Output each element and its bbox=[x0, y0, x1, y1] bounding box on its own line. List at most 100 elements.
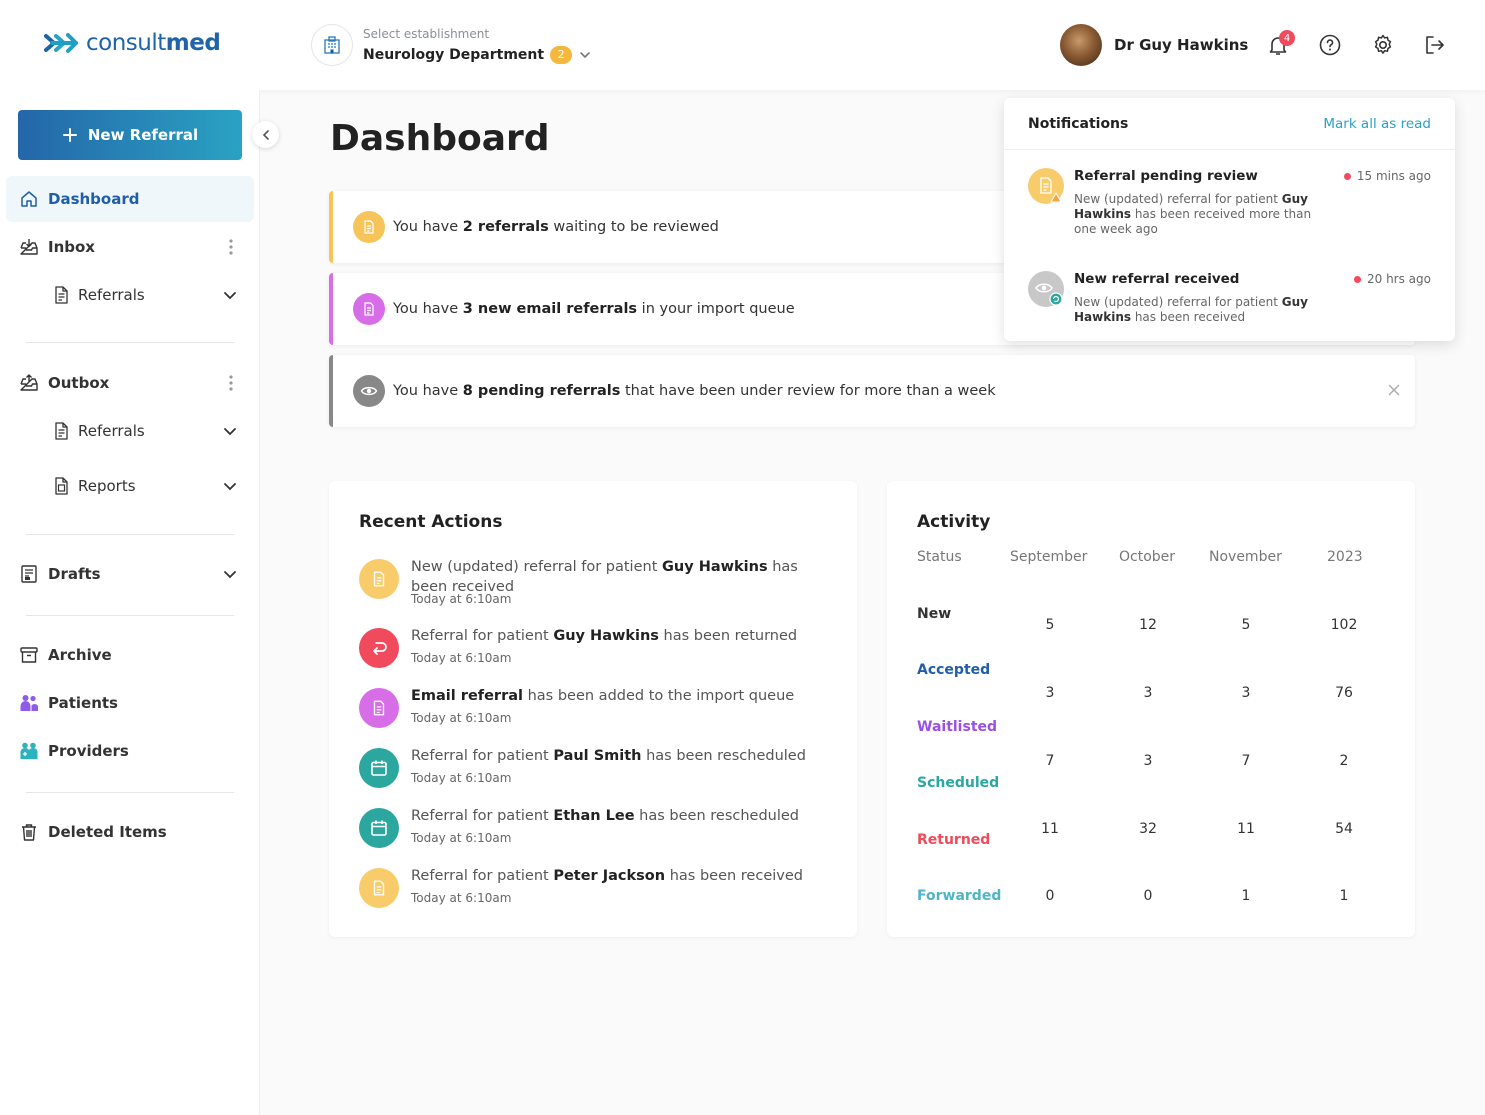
sidebar-divider bbox=[26, 792, 234, 793]
collapse-sidebar-button[interactable] bbox=[252, 121, 279, 148]
document-icon bbox=[353, 293, 385, 325]
chevron-down-icon[interactable] bbox=[222, 566, 238, 582]
activity-value: 5 bbox=[1045, 617, 1055, 633]
action-date: Today at 6:10am bbox=[411, 891, 512, 905]
new-referral-label: New Referral bbox=[87, 126, 199, 144]
document-icon bbox=[55, 286, 68, 304]
chevron-left-icon bbox=[262, 129, 269, 140]
sidebar-item-outbox-reports[interactable]: Reports bbox=[0, 463, 260, 509]
sidebar-item-drafts[interactable]: Drafts bbox=[0, 551, 260, 597]
action-date: Today at 6:10am bbox=[411, 711, 512, 725]
more-vertical-icon[interactable] bbox=[229, 374, 233, 392]
action-text: Referral for patient bbox=[411, 628, 554, 644]
document-icon bbox=[359, 868, 399, 908]
consultmed-logo[interactable]: consultmed bbox=[44, 28, 221, 58]
gear-icon[interactable] bbox=[1371, 33, 1395, 57]
sidebar-item-dashboard[interactable]: Dashboard bbox=[6, 176, 254, 222]
activity-value: 54 bbox=[1335, 821, 1353, 837]
action-date: Today at 6:10am bbox=[411, 651, 512, 665]
unread-dot bbox=[1353, 275, 1361, 283]
sidebar-item-outbox[interactable]: Outbox bbox=[0, 360, 260, 406]
report-icon bbox=[55, 477, 68, 495]
alert-text: You have bbox=[393, 301, 463, 317]
sidebar-item-patients[interactable]: Patients bbox=[0, 680, 260, 726]
patients-icon bbox=[20, 695, 38, 711]
chevron-down-icon[interactable] bbox=[222, 478, 238, 494]
sidebar-item-outbox-referrals[interactable]: Referrals bbox=[0, 408, 260, 454]
mark-all-read-link[interactable]: Mark all as read bbox=[1323, 116, 1431, 132]
activity-value: 12 bbox=[1139, 617, 1157, 633]
sidebar-item-label: Inbox bbox=[48, 238, 95, 256]
notification-item[interactable]: New referral received 20 hrs ago New (up… bbox=[1028, 271, 1431, 331]
status-label: Forwarded bbox=[917, 888, 1002, 904]
alert-text: waiting to be reviewed bbox=[548, 219, 719, 235]
arrows-logo-icon bbox=[44, 33, 78, 53]
sidebar-item-label: Reports bbox=[78, 477, 136, 495]
establishment-label: Select establishment bbox=[363, 26, 490, 41]
activity-card: Activity Status September October Novemb… bbox=[887, 481, 1415, 937]
establishment-count-badge: 2 bbox=[550, 45, 573, 64]
notification-item[interactable]: Referral pending review 15 mins ago New … bbox=[1028, 168, 1431, 248]
sidebar-divider bbox=[26, 342, 234, 343]
activity-value: 5 bbox=[1241, 617, 1251, 633]
activity-value: 3 bbox=[1045, 685, 1055, 701]
activity-value: 1 bbox=[1339, 888, 1349, 904]
eye-refresh-icon bbox=[1028, 271, 1064, 307]
action-date: Today at 6:10am bbox=[411, 592, 512, 606]
document-icon bbox=[359, 559, 399, 599]
activity-value: 76 bbox=[1335, 685, 1353, 701]
logout-icon[interactable] bbox=[1423, 33, 1447, 57]
action-bold: Peter Jackson bbox=[553, 868, 666, 884]
action-bold: Guy Hawkins bbox=[553, 628, 659, 644]
establishment-selector[interactable]: Select establishment Neurology Departmen… bbox=[311, 24, 592, 66]
trash-icon bbox=[22, 824, 36, 841]
status-label: Accepted bbox=[917, 662, 991, 678]
page-title: Dashboard bbox=[330, 118, 550, 159]
chevron-down-icon[interactable] bbox=[222, 423, 238, 439]
activity-value: 3 bbox=[1143, 685, 1153, 701]
more-vertical-icon[interactable] bbox=[229, 238, 233, 256]
chevron-down-icon bbox=[580, 51, 590, 58]
close-icon[interactable] bbox=[1387, 383, 1401, 397]
notification-title: Referral pending review bbox=[1074, 168, 1258, 184]
sidebar-divider bbox=[26, 534, 234, 535]
activity-value: 0 bbox=[1045, 888, 1055, 904]
sidebar-item-inbox-referrals[interactable]: Referrals bbox=[0, 272, 260, 318]
notification-time: 20 hrs ago bbox=[1366, 272, 1431, 286]
status-label: Waitlisted bbox=[917, 719, 998, 735]
notification-title: New referral received bbox=[1074, 271, 1240, 287]
notification-text: New (updated) referral for patient bbox=[1074, 192, 1282, 206]
user-profile[interactable]: Dr Guy Hawkins bbox=[1060, 24, 1248, 66]
action-date: Today at 6:10am bbox=[411, 771, 512, 785]
alert-bold: 2 referrals bbox=[462, 219, 549, 235]
logo-text-consult: consult bbox=[86, 30, 166, 56]
sidebar-item-label: Patients bbox=[48, 694, 118, 712]
alert-pending-week[interactable]: You have 8 pending referrals that have b… bbox=[329, 355, 1415, 427]
action-text: Referral for patient bbox=[411, 868, 554, 884]
activity-value: 102 bbox=[1330, 617, 1358, 633]
sidebar-item-inbox[interactable]: Inbox bbox=[0, 224, 260, 270]
notification-time: 15 mins ago bbox=[1356, 169, 1431, 183]
alert-text: that have been under review for more tha… bbox=[620, 383, 996, 399]
action-text: New (updated) referral for patient bbox=[411, 559, 662, 575]
activity-value: 11 bbox=[1237, 821, 1255, 837]
help-icon[interactable] bbox=[1318, 33, 1342, 57]
document-icon bbox=[359, 688, 399, 728]
activity-value: 3 bbox=[1143, 753, 1153, 769]
chevron-down-icon[interactable] bbox=[222, 287, 238, 303]
sidebar-item-archive[interactable]: Archive bbox=[0, 632, 260, 678]
action-text: has been returned bbox=[658, 628, 798, 644]
sidebar-item-providers[interactable]: Providers bbox=[0, 728, 260, 774]
inbox-icon bbox=[20, 239, 38, 255]
action-bold: Email referral bbox=[411, 688, 523, 704]
activity-value: 3 bbox=[1241, 685, 1251, 701]
action-text: Referral for patient bbox=[411, 748, 554, 764]
outbox-icon bbox=[20, 374, 38, 391]
notifications-dropdown: Notifications Mark all as read Referral … bbox=[1004, 98, 1455, 341]
sidebar-item-label: Referrals bbox=[78, 422, 145, 440]
new-referral-button[interactable]: New Referral bbox=[18, 110, 242, 160]
action-bold: Ethan Lee bbox=[553, 808, 635, 824]
home-icon bbox=[21, 191, 37, 207]
sidebar-item-deleted[interactable]: Deleted Items bbox=[0, 809, 260, 855]
activity-value: 2 bbox=[1339, 753, 1349, 769]
